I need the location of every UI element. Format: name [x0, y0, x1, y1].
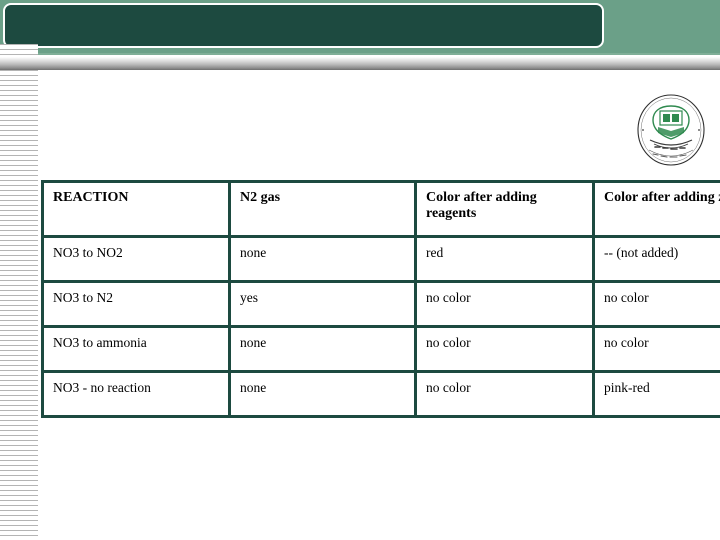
slide-header-band	[0, 0, 720, 53]
cell-reaction: NO3 - no reaction	[41, 370, 231, 418]
header-gradient-separator	[0, 57, 720, 70]
cell-color-after-zinc: pink-red	[592, 370, 720, 418]
left-stripe-decoration-top	[0, 44, 38, 57]
cell-n2-gas: none	[228, 235, 417, 283]
cell-reaction: NO3 to ammonia	[41, 325, 231, 373]
cell-color-after-reagents: no color	[414, 370, 595, 418]
table-row: NO3 - no reaction none no color pink-red	[41, 370, 720, 418]
cell-color-after-reagents: no color	[414, 280, 595, 328]
cell-color-after-zinc: -- (not added)	[592, 235, 720, 283]
table-row: NO3 to ammonia none no color no color	[41, 325, 720, 373]
cell-reaction: NO3 to N2	[41, 280, 231, 328]
cell-color-after-reagents: no color	[414, 325, 595, 373]
cell-n2-gas: none	[228, 370, 417, 418]
cell-color-after-zinc: no color	[592, 280, 720, 328]
table-row: NO3 to NO2 none red -- (not added)	[41, 235, 720, 283]
slide-title-box	[3, 3, 604, 48]
column-header-color-after-reagents: Color after adding reagents	[414, 180, 595, 238]
nitrate-reaction-results-table: REACTION N2 gas Color after adding reage…	[41, 180, 720, 418]
left-stripe-decoration	[0, 70, 38, 540]
cell-n2-gas: yes	[228, 280, 417, 328]
table-row: NO3 to N2 yes no color no color	[41, 280, 720, 328]
cell-color-after-zinc: no color	[592, 325, 720, 373]
header-rule	[0, 53, 720, 55]
table-header-row: REACTION N2 gas Color after adding reage…	[41, 180, 720, 238]
column-header-color-after-zinc: Color after adding zinc	[592, 180, 720, 238]
column-header-n2-gas: N2 gas	[228, 180, 417, 238]
cell-color-after-reagents: red	[414, 235, 595, 283]
cell-n2-gas: none	[228, 325, 417, 373]
column-header-reaction: REACTION	[41, 180, 231, 238]
university-seal-icon	[634, 92, 708, 168]
cell-reaction: NO3 to NO2	[41, 235, 231, 283]
